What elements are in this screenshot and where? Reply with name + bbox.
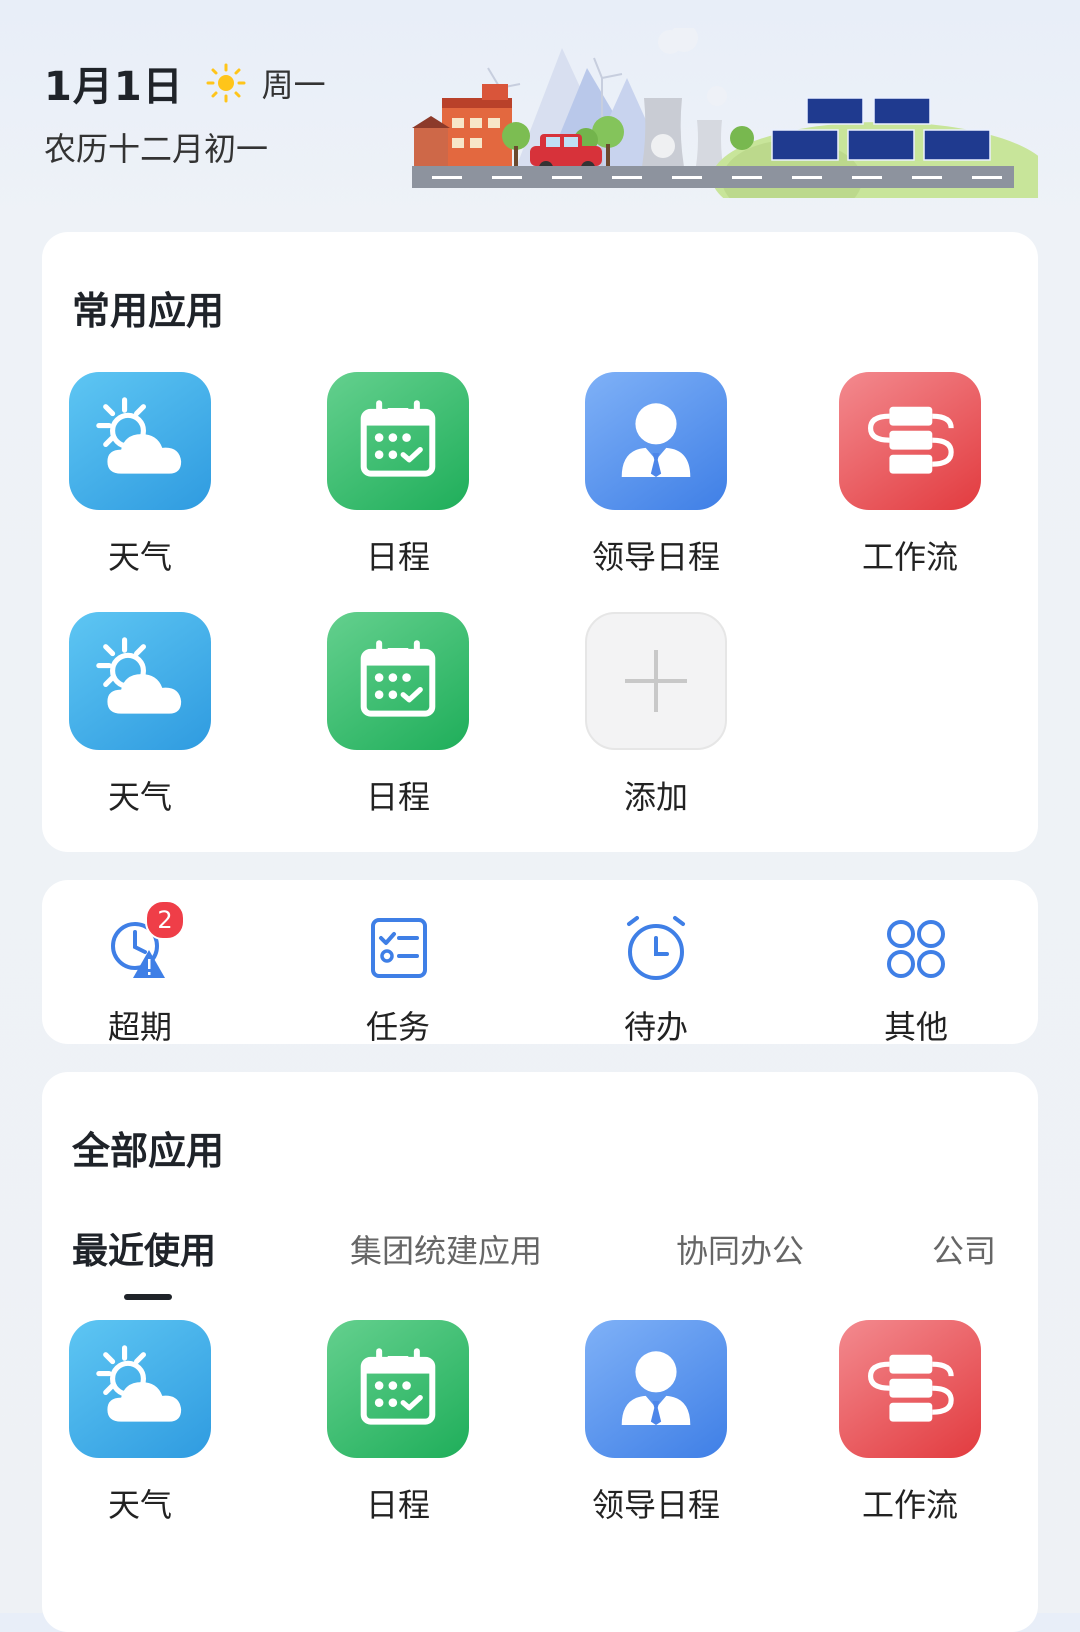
- app-weather[interactable]: 天气: [50, 1320, 230, 1526]
- app-label: 日程: [365, 538, 430, 576]
- common-apps-title: 常用应用: [72, 289, 225, 333]
- badge-count: 2: [145, 900, 185, 940]
- lunar-date: 农历十二月初一: [44, 130, 269, 168]
- app-leader-schedule[interactable]: 领导日程: [566, 372, 746, 578]
- workflow-icon: [839, 372, 981, 510]
- weather-icon: [69, 372, 211, 510]
- quick-label: 任务: [365, 1008, 430, 1046]
- date-text: 1月1日: [44, 64, 184, 110]
- quick-label: 超期: [107, 1008, 172, 1046]
- task-checklist-icon: [363, 914, 433, 984]
- app-label: 天气: [107, 1486, 172, 1524]
- all-apps-card: 全部应用 最近使用 集团统建应用 协同办公 公司 天气 日程 领导日程 工作流: [42, 1072, 1038, 1632]
- alarm-clock-icon: [621, 914, 691, 984]
- tab-group-apps[interactable]: 集团统建应用: [350, 1226, 542, 1272]
- app-label: 天气: [107, 778, 172, 816]
- grid-other-icon: [881, 914, 951, 984]
- app-workflow[interactable]: 工作流: [820, 372, 1000, 578]
- weather-icon: [69, 1320, 211, 1458]
- quick-todo[interactable]: 待办: [576, 914, 736, 1048]
- tab-recent[interactable]: 最近使用: [72, 1222, 216, 1274]
- quick-overdue[interactable]: 2 超期: [60, 900, 220, 1048]
- calendar-icon: [327, 612, 469, 750]
- header: 1月1日 周一 农历十二月初一: [0, 0, 1080, 230]
- category-tabs: 最近使用 集团统建应用 协同办公 公司: [72, 1222, 1022, 1300]
- common-apps-card: 常用应用 天气 日程 领导日程 工作流 天气 日程 添加: [42, 232, 1038, 852]
- app-label: 工作流: [861, 538, 958, 576]
- sun-icon: [206, 63, 246, 103]
- tab-collab-office[interactable]: 协同办公: [676, 1226, 804, 1272]
- leader-icon: [585, 372, 727, 510]
- add-app-button[interactable]: 添加: [566, 612, 746, 818]
- app-workflow[interactable]: 工作流: [820, 1320, 1000, 1526]
- tab-indicator: [124, 1294, 172, 1300]
- app-label: 工作流: [861, 1486, 958, 1524]
- app-schedule[interactable]: 日程: [308, 612, 488, 818]
- overdue-clock-icon: 2: [105, 900, 185, 984]
- quick-task[interactable]: 任务: [318, 914, 478, 1048]
- quick-actions-card: 2 超期 任务 待办 其他: [42, 880, 1038, 1046]
- app-weather[interactable]: 天气: [50, 612, 230, 818]
- app-label: 日程: [365, 778, 430, 816]
- tab-company[interactable]: 公司: [932, 1226, 996, 1272]
- date-row: 1月1日 周一: [44, 54, 326, 112]
- quick-label: 其他: [883, 1008, 948, 1046]
- app-label: 日程: [365, 1486, 430, 1524]
- weekday-text: 周一: [261, 66, 326, 104]
- app-label: 天气: [107, 538, 172, 576]
- city-energy-illustration: [412, 28, 1038, 198]
- app-weather[interactable]: 天气: [50, 372, 230, 578]
- leader-icon: [585, 1320, 727, 1458]
- app-schedule[interactable]: 日程: [308, 372, 488, 578]
- plus-icon: [585, 612, 727, 750]
- app-label: 领导日程: [591, 538, 720, 576]
- quick-label: 待办: [623, 1008, 688, 1046]
- app-schedule[interactable]: 日程: [308, 1320, 488, 1526]
- calendar-icon: [327, 1320, 469, 1458]
- weather-icon: [69, 612, 211, 750]
- app-label: 领导日程: [591, 1486, 720, 1524]
- app-leader-schedule[interactable]: 领导日程: [566, 1320, 746, 1526]
- app-label: 添加: [623, 778, 688, 816]
- workflow-icon: [839, 1320, 981, 1458]
- calendar-icon: [327, 372, 469, 510]
- quick-other[interactable]: 其他: [836, 914, 996, 1048]
- all-apps-title: 全部应用: [72, 1129, 225, 1173]
